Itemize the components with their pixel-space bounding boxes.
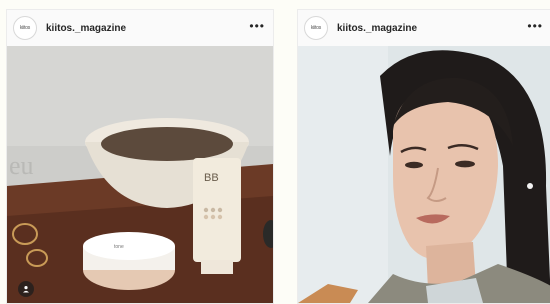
username-link[interactable]: kiitos._magazine [337,23,417,34]
avatar-text: kiitos [19,25,31,31]
post-image-portrait[interactable] [298,46,550,303]
profile-avatar[interactable]: kiitos [304,16,328,40]
more-options-icon[interactable]: ••• [249,20,265,32]
bb-label: BB [204,172,219,184]
profile-avatar[interactable]: kiitos [13,16,37,40]
svg-text:tone: tone [114,244,124,250]
post-card-1: kiitos kiitos._magazine ••• eu tone BB [6,9,274,304]
username-link[interactable]: kiitos._magazine [46,23,126,34]
post-card-2: kiitos kiitos._magazine ••• [297,9,550,304]
post-image-cosmetics[interactable]: eu tone BB [7,46,273,303]
post-header: kiitos kiitos._magazine ••• [298,10,550,46]
cosmetics-photo: eu tone BB [7,46,273,303]
svg-text:eu: eu [9,151,34,180]
portrait-photo [298,46,550,303]
post-header: kiitos kiitos._magazine ••• [7,10,273,46]
avatar-text: kiitos [310,25,322,31]
tagged-user-icon[interactable] [18,281,34,297]
more-options-icon[interactable]: ••• [527,20,543,32]
